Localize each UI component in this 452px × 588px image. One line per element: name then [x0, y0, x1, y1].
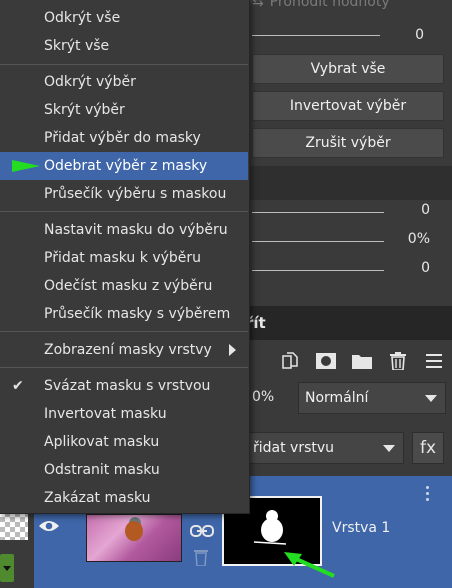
- dropdown-toggle[interactable]: [0, 554, 14, 582]
- slider-value: 0: [421, 202, 430, 218]
- menu-item-disable-mask[interactable]: Zakázat masku: [0, 484, 248, 512]
- invert-selection-button[interactable]: Invertovat výběr: [252, 91, 444, 121]
- add-layer-label: řidat vrstvu: [253, 440, 335, 456]
- deselect-button[interactable]: Zrušit výběr: [252, 128, 444, 158]
- menu-item-subtract-mask-from-selection[interactable]: Odečíst masku z výběru: [0, 272, 248, 300]
- chevron-right-icon: [229, 344, 236, 356]
- checkmark-icon: ✔: [12, 378, 24, 394]
- context-menu: Odkrýt vše Skrýt vše Odkrýt výběr Skrýt …: [0, 0, 250, 514]
- menu-item-label: Zobrazení masky vrstvy: [44, 342, 212, 358]
- slider-track[interactable]: [252, 241, 384, 242]
- trash-icon[interactable]: [388, 351, 408, 371]
- menu-item-apply-mask[interactable]: Aplikovat masku: [0, 428, 248, 456]
- menu-item-hide-selection[interactable]: Skrýt výběr: [0, 96, 248, 124]
- slider-track[interactable]: [252, 35, 380, 36]
- add-mask-icon[interactable]: [316, 351, 336, 371]
- menu-item-link-mask-to-layer[interactable]: ✔ Svázat masku s vrstvou: [0, 372, 248, 400]
- annotation-arrow-icon: [282, 550, 338, 584]
- menu-item-intersect-selection-with-mask[interactable]: Průsečík výběru s maskou: [0, 180, 248, 208]
- layer-name[interactable]: Vrstva 1: [332, 520, 390, 536]
- chevron-down-icon: [425, 395, 437, 402]
- blend-mode-value: Normální: [305, 390, 369, 406]
- swap-values-label: Prohodit hodnoty: [269, 0, 390, 10]
- menu-item-hide-all[interactable]: Skrýt vše: [0, 32, 248, 60]
- link-icon[interactable]: [190, 522, 214, 541]
- chevron-down-icon: [383, 445, 395, 452]
- menu-item-label: Svázat masku s vrstvou: [44, 378, 211, 394]
- layer-tools: [280, 346, 444, 376]
- duplicate-layer-icon[interactable]: [280, 351, 300, 371]
- slider-value: 0: [415, 27, 424, 43]
- trash-icon[interactable]: [194, 548, 208, 570]
- annotation-arrow-icon: [12, 158, 40, 178]
- transparency-checker: [0, 512, 28, 540]
- menu-separator: [0, 331, 248, 332]
- folder-icon[interactable]: [352, 351, 372, 371]
- menu-item-show-all[interactable]: Odkrýt vše: [0, 4, 248, 32]
- add-layer-select[interactable]: řidat vrstvu: [248, 432, 404, 464]
- menu-item-layer-mask-display[interactable]: Zobrazení masky vrstvy: [0, 336, 248, 364]
- slider-value: 0: [421, 260, 430, 276]
- swap-values-button[interactable]: ⇆ Prohodit hodnoty: [252, 0, 390, 10]
- menu-icon[interactable]: [424, 351, 444, 371]
- bird-image: [125, 521, 143, 541]
- eye-icon[interactable]: [38, 518, 60, 537]
- slider-value: 0%: [407, 231, 430, 247]
- menu-item-show-selection[interactable]: Odkrýt výběr: [0, 68, 248, 96]
- menu-separator: [0, 211, 248, 212]
- layer-thumbnail[interactable]: [86, 514, 182, 562]
- opacity-value[interactable]: 0%: [252, 389, 274, 405]
- slider-track[interactable]: [252, 270, 384, 271]
- menu-item-invert-mask[interactable]: Invertovat masku: [0, 400, 248, 428]
- menu-separator: [0, 64, 248, 65]
- more-options-icon[interactable]: [426, 486, 429, 501]
- menu-item-set-mask-to-selection[interactable]: Nastavit masku do výběru: [0, 216, 248, 244]
- blend-mode-select[interactable]: Normální: [298, 382, 446, 414]
- select-all-button[interactable]: Vybrat vše: [252, 54, 444, 84]
- menu-item-delete-mask[interactable]: Odstranit masku: [0, 456, 248, 484]
- menu-item-intersect-mask-with-selection[interactable]: Průsečík masky s výběrem: [0, 300, 248, 328]
- slider-track[interactable]: [252, 212, 384, 213]
- menu-separator: [0, 367, 248, 368]
- swap-icon: ⇆: [252, 0, 264, 10]
- menu-item-add-mask-to-selection[interactable]: Přidat masku k výběru: [0, 244, 248, 272]
- fx-button[interactable]: fx: [412, 432, 444, 464]
- menu-item-add-selection-to-mask[interactable]: Přidat výběr do masky: [0, 124, 248, 152]
